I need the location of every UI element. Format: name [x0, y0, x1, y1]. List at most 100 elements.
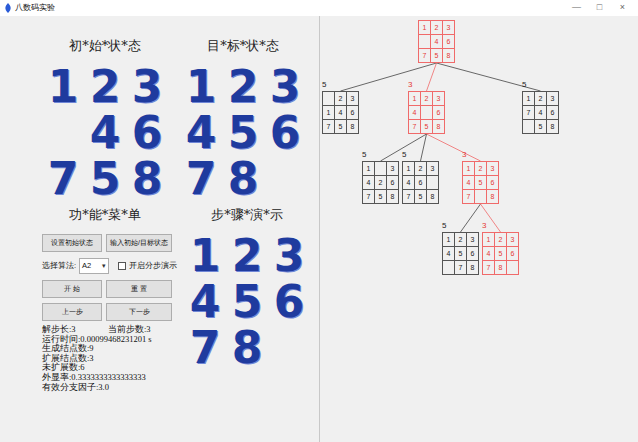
node-cell: 7 [523, 106, 534, 119]
node-cell: 4 [403, 176, 414, 189]
window-control[interactable]: □ [588, 1, 611, 15]
tree-node: 512346758 [402, 161, 439, 204]
node-cell: 5 [431, 49, 442, 62]
node-cost: 5 [442, 221, 446, 231]
node-cell: 2 [431, 21, 442, 34]
node-cell: 3 [487, 162, 498, 175]
node-cost: 5 [362, 150, 366, 160]
node-cell: 2 [415, 162, 426, 175]
node-cell: 6 [467, 247, 478, 260]
algorithm-select[interactable]: A2▾ [79, 258, 109, 274]
section-title: 步*骤*演*示 [211, 207, 283, 223]
node-cell: 5 [415, 190, 426, 203]
node-cell: 5 [421, 120, 432, 133]
puzzle-tile: 5 [84, 156, 126, 202]
node-cell [427, 176, 438, 189]
node-cell [507, 261, 518, 274]
node-cell: 7 [409, 120, 420, 133]
section-title: 目*标*状*态 [207, 38, 279, 54]
node-cell: 7 [455, 261, 466, 274]
puzzle-tile: 5 [226, 279, 268, 325]
node-cell: 8 [443, 49, 454, 62]
action-button[interactable]: 上一步 [42, 303, 102, 321]
tree-edges [320, 16, 638, 442]
node-cell: 4 [483, 247, 494, 260]
window-title: 八数码实验 [15, 2, 55, 14]
puzzle-grid: 12345678 [180, 64, 306, 202]
puzzle-tile: 6 [268, 279, 310, 325]
tree-node: 512345678 [442, 232, 479, 275]
dropdown-icon: ▾ [102, 261, 106, 272]
stat-line: 解步长:3 [42, 325, 108, 335]
node-cell: 8 [487, 190, 498, 203]
node-cell: 7 [323, 120, 334, 133]
node-cell: 8 [347, 120, 358, 133]
step-checkbox[interactable]: 开启分步演示 [118, 260, 177, 271]
node-cell: 1 [419, 21, 430, 34]
action-button[interactable]: 设置初始状态 [42, 234, 102, 252]
tree-node: 523146758 [322, 91, 359, 134]
window-control[interactable]: — [565, 1, 588, 15]
node-cell: 8 [495, 261, 506, 274]
node-cell: 5 [375, 190, 386, 203]
node-cell: 5 [495, 247, 506, 260]
node-cost: 5 [522, 80, 526, 90]
title-bar: 八数码实验 —□× [0, 0, 638, 16]
puzzle-grid: 12345678 [184, 233, 310, 371]
node-cell: 3 [443, 21, 454, 34]
node-cell: 6 [507, 247, 518, 260]
puzzle-tile [42, 110, 84, 156]
node-cell: 5 [535, 120, 546, 133]
node-cell: 4 [443, 247, 454, 260]
puzzle-tile: 8 [226, 325, 268, 371]
node-cell: 7 [403, 190, 414, 203]
node-cell: 3 [427, 162, 438, 175]
node-cell: 1 [323, 106, 334, 119]
node-cell: 6 [487, 176, 498, 189]
puzzle-tile: 2 [222, 64, 264, 110]
action-button[interactable]: 重 置 [106, 280, 172, 298]
action-button[interactable]: 输入初始/目标状态 [106, 234, 172, 252]
puzzle-tile: 3 [126, 64, 168, 110]
puzzle-tile: 4 [84, 110, 126, 156]
action-button[interactable]: 下一步 [106, 303, 172, 321]
node-cell: 6 [387, 176, 398, 189]
node-cell [375, 162, 386, 175]
node-cell [475, 190, 486, 203]
node-cell [523, 120, 534, 133]
puzzle-tile: 6 [264, 110, 306, 156]
stat-line: 运行时间:0.00099468231201 s [42, 335, 180, 345]
window-control[interactable]: × [611, 1, 634, 15]
node-cell: 1 [363, 162, 374, 175]
node-cell: 2 [475, 162, 486, 175]
node-cell: 7 [363, 190, 374, 203]
puzzle-grid: 12346758 [42, 64, 168, 202]
node-cell: 8 [387, 190, 398, 203]
step-demo: 步*骤*演*示 12345678 [184, 207, 310, 392]
node-cost: 5 [402, 150, 406, 160]
node-cell: 6 [415, 176, 426, 189]
algorithm-label: 选择算法: [42, 260, 76, 271]
action-button[interactable]: 开 始 [42, 280, 102, 298]
left-panel: 初*始*状*态12346758目*标*状*态12345678功*能*菜*单设置初… [0, 16, 320, 442]
node-cell: 3 [433, 92, 444, 105]
puzzle-tile: 2 [226, 233, 268, 279]
node-cell: 1 [409, 92, 420, 105]
stat-line: 生成结点数:9 [42, 344, 180, 354]
puzzle-tile: 2 [84, 64, 126, 110]
node-cell: 4 [431, 35, 442, 48]
node-cell: 8 [467, 261, 478, 274]
puzzle-tile: 4 [184, 279, 226, 325]
node-cell [419, 35, 430, 48]
node-cell [443, 261, 454, 274]
puzzle-tile: 1 [42, 64, 84, 110]
puzzle-tile: 5 [222, 110, 264, 156]
puzzle-tile: 7 [180, 156, 222, 202]
node-cell: 7 [463, 190, 474, 203]
tree-node: 312345678 [462, 161, 499, 204]
node-cell: 1 [483, 233, 494, 246]
goal-state: 目*标*状*态 12345678 [180, 38, 306, 202]
node-cost: 3 [408, 80, 412, 90]
node-cell: 4 [463, 176, 474, 189]
section-title: 功*能*菜*单 [42, 207, 168, 223]
